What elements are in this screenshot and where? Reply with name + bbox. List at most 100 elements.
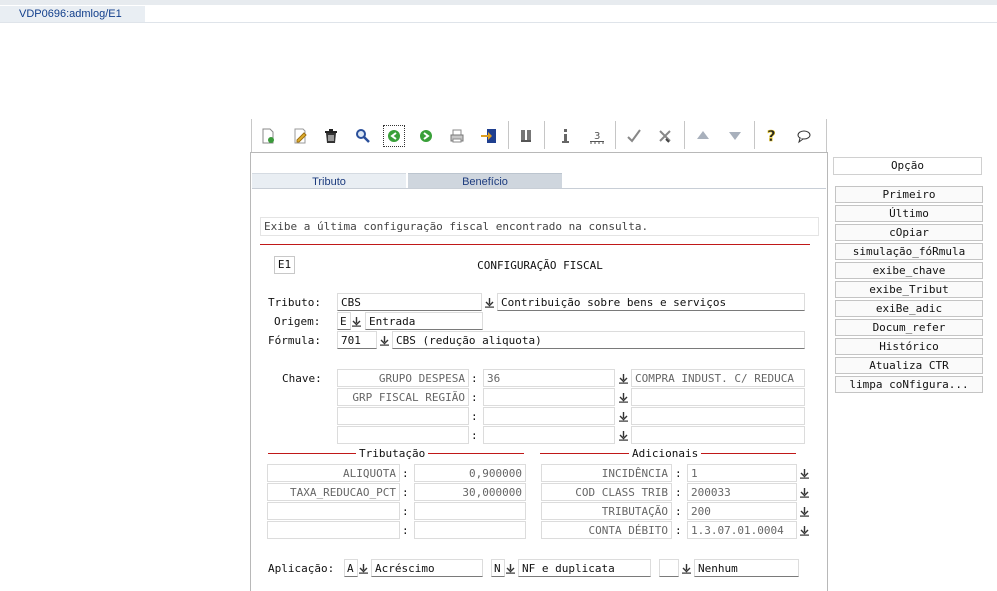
primeiro-button[interactable]: Primeiro <box>835 186 983 203</box>
export-icon[interactable] <box>478 125 500 147</box>
page-title: CONFIGURAÇÃO FISCAL <box>477 259 603 272</box>
toolbar-separator <box>754 121 755 149</box>
chave-sep-4: : <box>471 429 478 442</box>
section-divider <box>260 244 810 245</box>
chave-label: Chave: <box>282 372 322 385</box>
window-tab[interactable]: VDP0696:admlog/E1 <box>0 6 145 23</box>
chave-name-2: GRP FISCAL REGIÃO <box>337 388 469 406</box>
info-icon[interactable] <box>554 125 576 147</box>
chave-name-3 <box>337 407 469 425</box>
adic-sep-3: : <box>675 505 682 518</box>
cod-class-trib-zoom-icon[interactable] <box>798 486 810 500</box>
chave-desc-4 <box>631 426 805 444</box>
chave-sep-2: : <box>471 391 478 404</box>
trib-name-4 <box>267 521 400 539</box>
up-icon[interactable] <box>692 125 714 147</box>
conta-debito-field[interactable]: 1.3.07.01.0004 <box>687 521 797 539</box>
formula-zoom-icon[interactable] <box>378 334 390 348</box>
tributo-label: Tributo: <box>268 296 321 309</box>
chave-sep-3: : <box>471 410 478 423</box>
tributacao-zoom-icon[interactable] <box>798 505 810 519</box>
exibe-adic-button[interactable]: exiBe_adic <box>835 300 983 317</box>
formula-code-field[interactable]: 701 <box>337 331 377 349</box>
chave-zoom-icon-3[interactable] <box>617 410 629 424</box>
search-icon[interactable] <box>352 125 374 147</box>
svg-text:?: ? <box>767 127 776 145</box>
origem-zoom-icon[interactable] <box>350 315 362 329</box>
chat-icon[interactable] <box>793 125 815 147</box>
simulacao-formula-button[interactable]: simulação_fóRmula <box>835 243 983 260</box>
chave-value-1[interactable]: 36 <box>483 369 615 387</box>
aplicacao-x-code[interactable] <box>659 559 679 577</box>
toolbar-separator <box>544 121 545 149</box>
aliquota-field[interactable]: 0,900000 <box>414 464 526 482</box>
toolbar-separator <box>684 121 685 149</box>
print-icon[interactable] <box>446 125 468 147</box>
top-divider <box>0 22 997 23</box>
tab-beneficio[interactable]: Benefício <box>408 173 562 189</box>
historico-button[interactable]: Histórico <box>835 338 983 355</box>
conta-debito-zoom-icon[interactable] <box>798 524 810 538</box>
chave-zoom-icon-4[interactable] <box>617 429 629 443</box>
trib-name-2: TAXA_REDUCAO_PCT <box>267 483 400 501</box>
origem-code-field[interactable]: E <box>337 312 351 330</box>
tributo-zoom-icon[interactable] <box>483 296 495 310</box>
option-header: Opção <box>833 157 982 175</box>
prev-icon[interactable] <box>383 125 405 147</box>
chave-value-3[interactable] <box>483 407 615 425</box>
confirm-icon[interactable] <box>623 125 645 147</box>
adic-sep-2: : <box>675 486 682 499</box>
top-bar <box>0 0 997 5</box>
atualiza-ctr-button[interactable]: Atualiza CTR <box>835 357 983 374</box>
aplicacao-a-code[interactable]: A <box>344 559 358 577</box>
adic-name-4: CONTA DÉBITO <box>541 521 672 539</box>
taxa-reducao-field[interactable]: 30,000000 <box>414 483 526 501</box>
adic-sep-1: : <box>675 467 682 480</box>
adic-name-2: COD CLASS TRIB <box>541 483 672 501</box>
chave-value-4[interactable] <box>483 426 615 444</box>
trib-value-4[interactable] <box>414 521 526 539</box>
limpa-configura-button[interactable]: limpa coNfigura... <box>835 376 983 393</box>
new-icon[interactable] <box>257 125 279 147</box>
adicionais-title: Adicionais <box>629 447 702 460</box>
chave-zoom-icon-2[interactable] <box>617 391 629 405</box>
down-icon[interactable] <box>724 125 746 147</box>
incidencia-zoom-icon[interactable] <box>798 467 810 481</box>
chave-desc-1: COMPRA INDUST. C/ REDUCA <box>631 369 805 387</box>
chave-sep-1: : <box>471 372 478 385</box>
ultimo-button[interactable]: Último <box>835 205 983 222</box>
help-icon[interactable]: ? <box>761 125 783 147</box>
edit-icon[interactable] <box>289 125 311 147</box>
status-message: Exibe a última configuração fiscal encon… <box>260 217 819 236</box>
next-icon[interactable] <box>415 125 437 147</box>
cancel-icon[interactable] <box>654 125 676 147</box>
adic-name-1: INCIDÊNCIA <box>541 464 672 482</box>
docum-refer-button[interactable]: Docum_refer <box>835 319 983 336</box>
tab-tributo[interactable]: Tributo <box>252 173 406 189</box>
chave-name-1: GRUPO DESPESA <box>337 369 469 387</box>
delete-icon[interactable] <box>320 125 342 147</box>
exibe-chave-button[interactable]: exibe_chave <box>835 262 983 279</box>
count-icon[interactable]: 3 <box>586 125 608 147</box>
trib-name-3 <box>267 502 400 520</box>
tributo-code-field[interactable]: CBS <box>337 293 482 311</box>
trib-sep-1: : <box>402 467 409 480</box>
aplicacao-a-zoom-icon[interactable] <box>357 562 369 576</box>
toolbar: 3 ? <box>251 119 827 152</box>
exibe-tribut-button[interactable]: exibe_Tribut <box>835 281 983 298</box>
origem-desc-field: Entrada <box>365 312 483 330</box>
chave-zoom-icon-1[interactable] <box>617 372 629 386</box>
tributacao-field[interactable]: 200 <box>687 502 797 520</box>
adic-name-3: TRIBUTAÇÃO <box>541 502 672 520</box>
aplicacao-n-zoom-icon[interactable] <box>504 562 516 576</box>
trib-value-3[interactable] <box>414 502 526 520</box>
chave-value-2[interactable] <box>483 388 615 406</box>
svg-text:3: 3 <box>594 131 600 142</box>
sort-icon[interactable] <box>515 125 537 147</box>
aplicacao-x-zoom-icon[interactable] <box>680 562 692 576</box>
aplicacao-n-code[interactable]: N <box>491 559 505 577</box>
incidencia-field[interactable]: 1 <box>687 464 797 482</box>
tab-underline <box>252 188 826 189</box>
cod-class-trib-field[interactable]: 200033 <box>687 483 797 501</box>
copiar-button[interactable]: cOpiar <box>835 224 983 241</box>
